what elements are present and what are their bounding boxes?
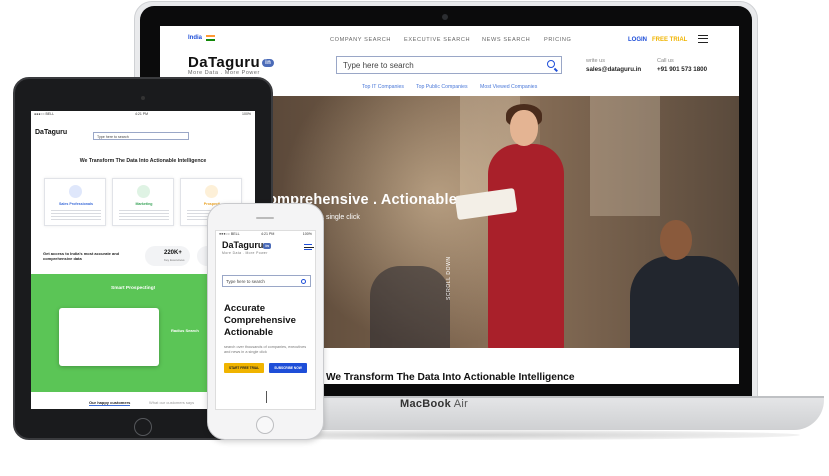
speaker-icon xyxy=(256,217,274,219)
presenter-face xyxy=(510,110,538,146)
status-time: 4:21 PM xyxy=(261,232,275,236)
marketing-icon xyxy=(137,185,150,198)
free-trial-link[interactable]: FREE TRIAL xyxy=(652,37,687,43)
logo-text: DaTaguru xyxy=(222,240,264,250)
prospecting-icon xyxy=(205,185,218,198)
search-input[interactable]: Type here to search xyxy=(93,132,189,140)
logo-badge: in xyxy=(262,59,275,68)
search-icon[interactable] xyxy=(301,278,306,284)
sales-icon xyxy=(69,185,82,198)
logo-badge: in xyxy=(263,242,271,249)
carrier-label: ●●●○○ BELL xyxy=(219,232,240,236)
nav-executive-search[interactable]: EXECUTIVE SEARCH xyxy=(404,37,470,43)
section-title: We Transform The Data Into Actionable In… xyxy=(326,372,575,383)
feature-card-label: Marketing xyxy=(135,202,153,206)
search-placeholder: Type here to search xyxy=(226,279,265,284)
brand-name: MacBook xyxy=(400,398,451,410)
background-window xyxy=(590,96,660,216)
sublink-most-viewed[interactable]: Most Viewed Companies xyxy=(480,84,537,90)
feature-card-label: Sales Professionals xyxy=(59,202,93,206)
site-logo[interactable]: DaTaguru in xyxy=(222,240,271,250)
access-text: Get access to India's most accurate and … xyxy=(43,251,120,261)
country-selector[interactable]: India xyxy=(188,35,202,41)
hero-subtitle: search over thousands of companies, exec… xyxy=(224,345,307,354)
presenter-dress xyxy=(488,144,564,354)
feature-card-text xyxy=(51,208,101,222)
carrier-label: ●●●○○ BELL xyxy=(34,112,55,116)
brand-model: Air xyxy=(453,398,469,410)
logo-text: DaTaguru xyxy=(188,54,261,71)
status-time: 4:21 PM xyxy=(135,112,149,116)
status-bar: ●●●○○ BELL 4:21 PM 100% xyxy=(31,111,255,118)
home-button-icon[interactable] xyxy=(134,418,152,436)
site-tagline: More Data . More Power xyxy=(188,70,260,76)
nav-news-search[interactable]: NEWS SEARCH xyxy=(482,37,530,43)
feature-card-text xyxy=(119,208,169,222)
stat-label: Key Executives xyxy=(164,258,185,262)
tab-happy-customers[interactable]: Our happy customers xyxy=(89,400,131,406)
tab-testimonials[interactable]: What our customers says xyxy=(149,400,194,405)
phone-link[interactable]: +91 901 573 1800 xyxy=(657,66,707,73)
search-input[interactable]: Type here to search xyxy=(222,275,311,287)
sublink-top-it[interactable]: Top IT Companies xyxy=(362,84,404,90)
stat-badge: 220K+ Key Executives xyxy=(145,246,190,266)
device-mockup-stage: India COMPANY SEARCH EXECUTIVE SEARCH NE… xyxy=(0,0,829,476)
audience-suit xyxy=(630,256,739,348)
audience-face xyxy=(660,220,692,260)
write-us-label: write us xyxy=(586,58,605,64)
green-section-title: Smart Prospecting! xyxy=(111,286,156,291)
audience-man xyxy=(630,216,739,348)
login-link[interactable]: LOGIN xyxy=(628,37,647,43)
nav-pricing[interactable]: PRICING xyxy=(544,37,572,43)
search-placeholder: Type here to search xyxy=(97,134,129,139)
section-title: We Transform The Data Into Actionable In… xyxy=(79,158,207,164)
audience-silhouette xyxy=(370,266,450,348)
status-bar: ●●●○○ BELL 4:21 PM 100% xyxy=(219,232,314,236)
hero-headline: Accurate Comprehensive Actionable xyxy=(224,303,296,338)
india-flag-icon[interactable] xyxy=(206,35,215,41)
sublink-top-public[interactable]: Top Public Companies xyxy=(416,84,468,90)
battery-label: 100% xyxy=(302,232,312,236)
feature-card[interactable]: Sales Professionals xyxy=(44,178,106,226)
camera-icon xyxy=(442,14,448,20)
presenter-figure xyxy=(454,102,580,354)
search-placeholder: Type here to search xyxy=(343,61,414,70)
phone-screen: ●●●○○ BELL 4:21 PM 100% DaTaguru in More … xyxy=(215,230,316,410)
battery-label: 100% xyxy=(242,112,251,116)
search-input[interactable]: Type here to search xyxy=(336,56,562,74)
stat-value: 220K+ xyxy=(164,250,182,256)
site-logo[interactable]: DaTaguru xyxy=(35,129,67,136)
scroll-down-link[interactable]: SCROLL DOWN xyxy=(446,256,452,300)
site-tagline: More Data . More Power xyxy=(222,251,268,255)
subscribe-button[interactable]: SUBSCRIBE NOW xyxy=(269,363,307,373)
call-us-label: Call us xyxy=(657,58,674,64)
feature-card[interactable]: Marketing xyxy=(112,178,174,226)
home-button-icon[interactable] xyxy=(256,416,274,434)
hamburger-menu-icon[interactable] xyxy=(698,35,708,43)
hamburger-menu-icon[interactable] xyxy=(304,244,314,250)
laptop-brand-label: MacBook Air xyxy=(400,398,468,410)
radius-map-preview xyxy=(59,308,159,366)
camera-icon xyxy=(141,96,145,100)
site-logo[interactable]: DaTaguru in xyxy=(188,54,275,71)
radius-search-label: Radius Search xyxy=(171,328,199,333)
nav-company-search[interactable]: COMPANY SEARCH xyxy=(330,37,391,43)
search-icon[interactable] xyxy=(547,60,555,68)
start-free-trial-button[interactable]: START FREE TRIAL xyxy=(224,363,264,373)
scroll-down-arrow-icon[interactable] xyxy=(266,391,267,403)
email-link[interactable]: sales@dataguru.in xyxy=(586,66,641,73)
